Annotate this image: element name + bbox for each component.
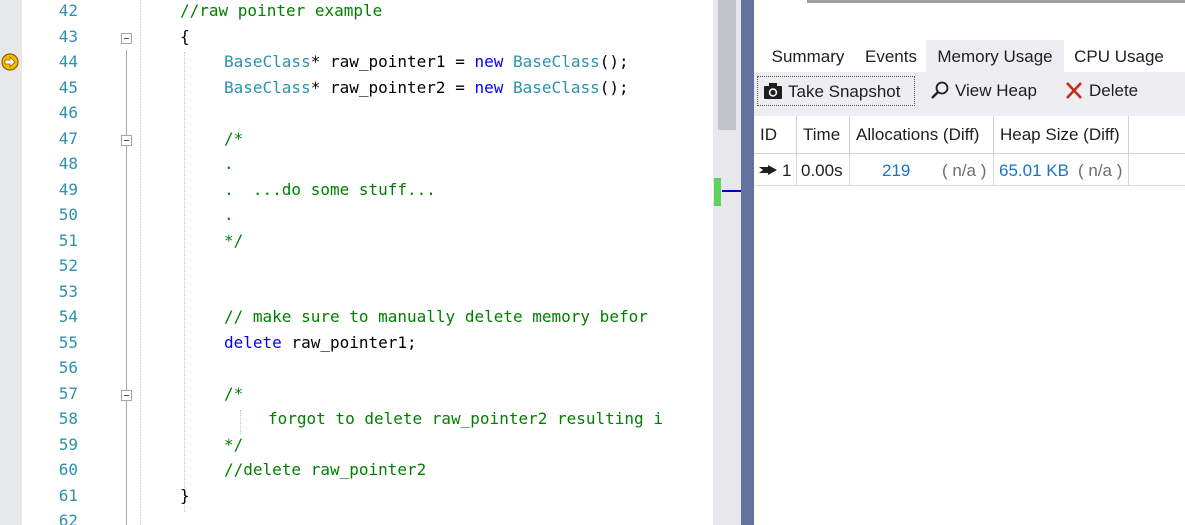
collapse-toggle-icon[interactable] — [121, 390, 132, 401]
code-line-60: //delete raw_pointer2 — [224, 460, 427, 479]
keyword: new — [474, 52, 504, 71]
keyword: delete — [224, 333, 282, 352]
indent-guide — [240, 410, 241, 434]
editor-vertical-scrollbar[interactable] — [713, 0, 741, 525]
line-number: 44 — [58, 52, 78, 71]
snapshot-id: 1 — [782, 161, 792, 180]
delete-button[interactable]: Delete — [1062, 76, 1146, 106]
indent-guide — [184, 52, 185, 512]
code-text: * raw_pointer1 = — [310, 52, 475, 71]
outline-line — [126, 50, 127, 525]
type-name: BaseClass — [513, 52, 600, 71]
code-line-50: . — [224, 205, 234, 224]
tab-cpu-usage[interactable]: CPU Usage — [1066, 40, 1172, 72]
column-header-id[interactable]: ID — [754, 116, 797, 153]
column-header-time[interactable]: Time — [797, 116, 850, 153]
code-line-59: */ — [224, 435, 244, 454]
code-line-51: */ — [224, 231, 244, 250]
camera-icon — [764, 83, 782, 99]
diagnostic-tabs: Summary Events Memory Usage CPU Usage — [754, 40, 1185, 72]
code-line-61: } — [180, 486, 190, 505]
code-line-45: BaseClass* raw_pointer2 = new BaseClass(… — [224, 78, 629, 98]
heap-size-link[interactable]: 65.01 KB — [999, 154, 1069, 187]
row-indicator-arrow-icon — [759, 165, 777, 175]
view-heap-button[interactable]: View Heap — [930, 76, 1046, 106]
current-statement-arrow-icon — [1, 53, 19, 71]
code-line-42: //raw pointer example — [180, 1, 383, 20]
collapse-toggle-icon[interactable] — [121, 135, 132, 146]
code-line-48: . — [224, 154, 234, 173]
line-number: 48 — [58, 154, 78, 173]
code-line-44: BaseClass* raw_pointer1 = new BaseClass(… — [224, 52, 629, 72]
indent-guide — [140, 0, 141, 525]
line-number: 46 — [58, 103, 78, 122]
memory-toolbar: Take Snapshot View Heap Delete — [754, 72, 1185, 116]
allocations-link[interactable]: 219 — [882, 154, 910, 187]
code-line-58: forgot to delete raw_pointer2 resulting … — [268, 409, 663, 428]
line-number: 51 — [58, 231, 78, 250]
code-editor[interactable]: 42 43 44 45 46 47 48 49 50 51 52 53 54 5… — [0, 0, 741, 525]
panel-header-area — [754, 0, 1185, 38]
collapse-toggle-icon[interactable] — [121, 33, 132, 44]
scrollbar-thumb[interactable] — [718, 0, 736, 130]
type-name: BaseClass — [224, 52, 311, 71]
code-text: raw_pointer1; — [281, 333, 417, 352]
table-header: ID Time Allocations (Diff) Heap Size (Di… — [754, 116, 1185, 154]
timeline-border — [807, 0, 1185, 3]
line-number: 58 — [58, 409, 78, 428]
code-line-43: { — [180, 27, 190, 46]
cell-id: 1 — [754, 154, 797, 185]
code-line-57: /* — [224, 384, 244, 403]
view-heap-label: View Heap — [955, 81, 1037, 100]
magnifier-icon — [931, 81, 949, 99]
take-snapshot-button[interactable]: Take Snapshot — [757, 76, 915, 106]
code-line-47: /* — [224, 129, 244, 148]
tab-summary[interactable]: Summary — [764, 40, 852, 72]
red-x-icon — [1066, 82, 1082, 99]
line-number: 50 — [58, 205, 78, 224]
cell-heap-size: 65.01 KB ( n/a ) — [994, 154, 1129, 185]
caret-position-marker — [722, 190, 741, 192]
tab-memory-usage[interactable]: Memory Usage — [926, 40, 1064, 72]
line-number: 49 — [58, 180, 78, 199]
indicator-margin[interactable] — [0, 0, 22, 525]
cell-time: 0.00s — [797, 154, 850, 185]
heap-size-diff: ( n/a ) — [1078, 161, 1123, 180]
line-number: 60 — [58, 460, 78, 479]
code-line-49: . ...do some stuff... — [224, 180, 436, 199]
code-line-55: delete raw_pointer1; — [224, 333, 417, 353]
line-number: 43 — [58, 27, 78, 46]
diagnostic-tools-panel: Summary Events Memory Usage CPU Usage Ta… — [754, 0, 1185, 525]
line-number: 62 — [58, 511, 78, 525]
line-number: 59 — [58, 435, 78, 454]
keyword: new — [474, 78, 504, 97]
type-name: BaseClass — [513, 78, 600, 97]
line-number: 52 — [58, 256, 78, 275]
line-number: 47 — [58, 129, 78, 148]
column-header-allocations[interactable]: Allocations (Diff) — [850, 116, 994, 153]
code-line-54: // make sure to manually delete memory b… — [224, 307, 648, 326]
code-text: (); — [599, 78, 629, 97]
column-header-heap-size[interactable]: Heap Size (Diff) — [994, 116, 1129, 153]
type-name: BaseClass — [224, 78, 311, 97]
line-number: 61 — [58, 486, 78, 505]
change-marker — [714, 178, 721, 206]
line-number: 57 — [58, 384, 78, 403]
line-number: 45 — [58, 78, 78, 97]
allocations-diff: ( n/a ) — [942, 161, 987, 180]
delete-label: Delete — [1089, 81, 1139, 100]
line-number: 55 — [58, 333, 78, 352]
line-number: 54 — [58, 307, 78, 326]
line-number: 42 — [58, 1, 78, 20]
table-row[interactable]: 1 0.00s 219 ( n/a ) 65.01 KB ( n/a ) — [754, 154, 1185, 186]
window-splitter[interactable] — [741, 0, 754, 525]
tab-events[interactable]: Events — [858, 40, 924, 72]
take-snapshot-label: Take Snapshot — [788, 82, 901, 101]
code-text: * raw_pointer2 = — [310, 78, 475, 97]
line-number: 53 — [58, 282, 78, 301]
line-number: 56 — [58, 358, 78, 377]
cell-allocations: 219 ( n/a ) — [850, 154, 994, 185]
code-text: (); — [599, 52, 629, 71]
